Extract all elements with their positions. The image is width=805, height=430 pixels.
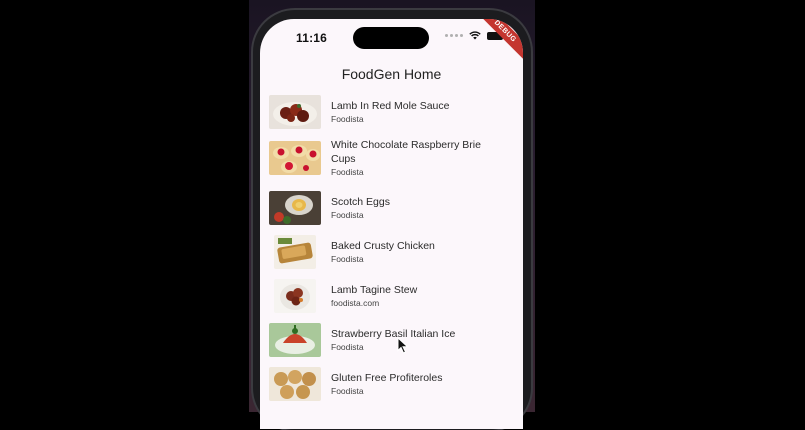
page-title: FoodGen Home [341, 66, 442, 82]
status-icons [445, 31, 505, 40]
recipe-thumbnail [269, 141, 321, 175]
recipe-name: White Chocolate Raspberry Brie Cups [331, 139, 481, 165]
recipe-name: Lamb Tagine Stew [331, 284, 418, 296]
recipe-thumbnail [269, 323, 321, 357]
recipe-thumbnail [274, 235, 316, 269]
dynamic-island [353, 27, 429, 49]
recipe-name: Scotch Eggs [331, 196, 390, 208]
app-screen: 11:16 DEBUG FoodGen Home Lamb In Red Mol… [260, 19, 523, 429]
recipe-name: Lamb In Red Mole Sauce [331, 100, 450, 112]
recipe-thumbnail [269, 367, 321, 401]
recipe-source: Foodista [331, 254, 364, 264]
recipe-thumbnail [269, 95, 321, 129]
recipe-thumbnail [274, 279, 316, 313]
recipe-source: Foodista [331, 167, 364, 177]
recipe-name: Gluten Free Profiteroles [331, 372, 443, 384]
mouse-pointer-icon [397, 337, 409, 354]
cellular-signal-icon [445, 34, 463, 37]
recipe-source: Foodista [331, 342, 364, 352]
recipe-name: Baked Crusty Chicken [331, 240, 435, 252]
recipe-thumbnail [269, 191, 321, 225]
recipe-source: Foodista [331, 386, 364, 396]
recipe-name: Strawberry Basil Italian Ice [331, 328, 456, 340]
wifi-icon [469, 31, 481, 40]
recipe-source: Foodista [331, 114, 364, 124]
recipe-source: Foodista [331, 210, 364, 220]
status-time: 11:16 [296, 31, 328, 45]
recipe-source: foodista.com [331, 298, 380, 308]
